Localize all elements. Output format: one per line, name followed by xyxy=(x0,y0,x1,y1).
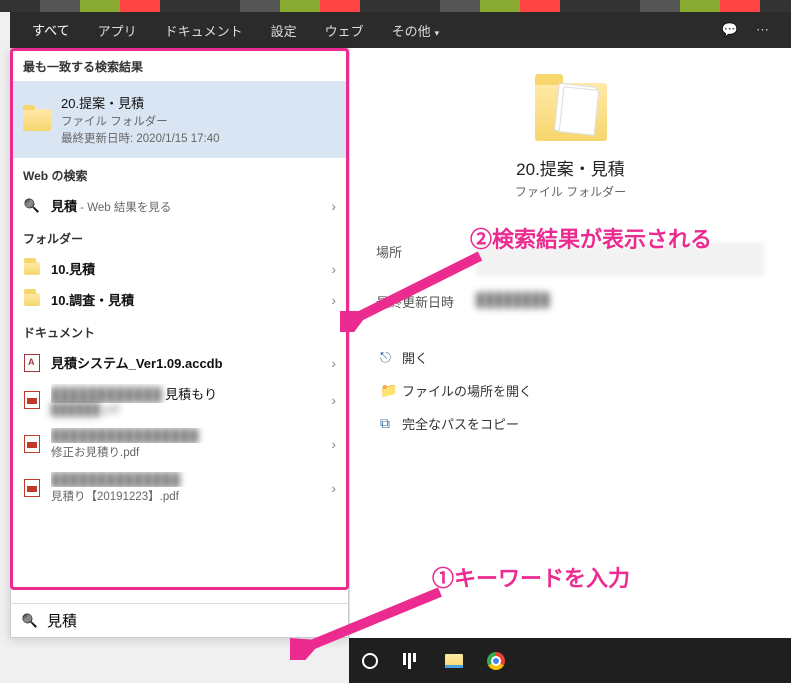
tab-more-label: その他 xyxy=(392,24,431,39)
folder-icon xyxy=(23,106,51,134)
folder-icon xyxy=(23,260,41,278)
result-sub: 修正お見積り.pdf xyxy=(51,444,325,460)
document-result[interactable]: 見積システム_Ver1.09.accdb › xyxy=(11,347,348,378)
pdf-file-icon xyxy=(23,435,41,453)
folder-open-icon: 📁 xyxy=(380,382,402,399)
folder-result[interactable]: 10.調査・見積 › xyxy=(11,284,348,315)
search-icon xyxy=(23,197,41,215)
chevron-right-icon: › xyxy=(325,436,336,452)
cortana-icon[interactable] xyxy=(359,650,381,672)
chevron-right-icon: › xyxy=(325,480,336,496)
chevron-right-icon: › xyxy=(325,355,336,371)
chrome-icon[interactable] xyxy=(485,650,507,672)
result-sub: 見積り【20191223】.pdf xyxy=(51,488,325,504)
section-documents: ドキュメント xyxy=(11,315,348,347)
document-result[interactable]: ██████████████ 見積り【20191223】.pdf › xyxy=(11,466,348,510)
open-icon: ⎋ xyxy=(380,349,402,366)
result-title: 見積システム_Ver1.09.accdb xyxy=(51,353,325,372)
action-open[interactable]: ⎋ 開く xyxy=(376,341,765,374)
chevron-right-icon: › xyxy=(325,261,336,277)
task-view-icon[interactable] xyxy=(401,650,423,672)
detail-subtitle: ファイル フォルダー xyxy=(515,183,626,200)
folder-result[interactable]: 10.見積 › xyxy=(11,253,348,284)
taskbar xyxy=(349,638,791,683)
folder-icon xyxy=(535,83,607,141)
best-match-result[interactable]: 20.提案・見積 ファイル フォルダー 最終更新日時: 2020/1/15 17… xyxy=(11,81,348,158)
result-title: ████████████████ xyxy=(51,428,325,443)
web-search-term: 見積 xyxy=(51,199,77,214)
action-copy-path[interactable]: ⧉ 完全なパスをコピー xyxy=(376,407,765,440)
document-result[interactable]: ████████████ 見積もり ██████.pdf › xyxy=(11,378,348,422)
result-updated: 最終更新日時: 2020/1/15 17:40 xyxy=(61,130,336,146)
result-detail-pane: 20.提案・見積 ファイル フォルダー 場所 最終更新日時 ████████ ⎋… xyxy=(350,48,791,638)
field-updated-label: 最終更新日時 xyxy=(376,292,476,311)
result-title: 10.調査・見積 xyxy=(51,290,325,309)
chevron-down-icon: ▾ xyxy=(435,28,440,38)
section-folders: フォルダー xyxy=(11,221,348,253)
web-search-suffix: - Web 結果を見る xyxy=(77,202,171,214)
field-location-label: 場所 xyxy=(376,242,476,276)
tab-settings[interactable]: 設定 xyxy=(257,12,311,49)
result-sub: ██████.pdf xyxy=(51,404,325,416)
result-title: 10.見積 xyxy=(51,259,325,278)
search-results-panel: 最も一致する検索結果 20.提案・見積 ファイル フォルダー 最終更新日時: 2… xyxy=(10,48,349,638)
search-category-tabs: すべて アプリ ドキュメント 設定 ウェブ その他 ▾ 💬 ⋯ xyxy=(10,12,791,48)
search-input[interactable] xyxy=(45,608,338,633)
background-window-fragments xyxy=(0,0,791,12)
action-label: ファイルの場所を開く xyxy=(402,381,532,400)
detail-title: 20.提案・見積 xyxy=(516,155,625,180)
result-title: ████████████ 見積もり xyxy=(51,384,325,403)
result-title: ██████████████ xyxy=(51,472,325,487)
document-result[interactable]: ████████████████ 修正お見積り.pdf › xyxy=(11,422,348,466)
action-label: 開く xyxy=(402,348,428,367)
field-location-value xyxy=(476,242,765,276)
tab-web[interactable]: ウェブ xyxy=(311,12,378,49)
tab-more[interactable]: その他 ▾ xyxy=(378,12,454,49)
section-web-search: Web の検索 xyxy=(11,158,348,190)
copy-icon: ⧉ xyxy=(380,415,402,432)
section-best-match: 最も一致する検索結果 xyxy=(11,49,348,81)
field-updated-value: ████████ xyxy=(476,292,765,311)
action-label: 完全なパスをコピー xyxy=(402,414,519,433)
result-title: 20.提案・見積 xyxy=(61,93,336,112)
folder-icon xyxy=(23,291,41,309)
tab-all[interactable]: すべて xyxy=(18,11,84,50)
search-icon xyxy=(21,612,39,630)
result-subtitle: ファイル フォルダー xyxy=(61,113,336,129)
access-file-icon xyxy=(23,354,41,372)
pdf-file-icon xyxy=(23,479,41,497)
tab-documents[interactable]: ドキュメント xyxy=(151,12,257,49)
file-explorer-icon[interactable] xyxy=(443,650,465,672)
tab-apps[interactable]: アプリ xyxy=(84,12,151,49)
chevron-right-icon: › xyxy=(325,198,336,214)
pdf-file-icon xyxy=(23,391,41,409)
search-input-row xyxy=(11,603,348,637)
web-search-result[interactable]: 見積 - Web 結果を見る › xyxy=(11,190,348,221)
feedback-icon[interactable]: 💬 xyxy=(722,22,738,38)
action-open-location[interactable]: 📁 ファイルの場所を開く xyxy=(376,374,765,407)
more-options-icon[interactable]: ⋯ xyxy=(756,22,769,38)
chevron-right-icon: › xyxy=(325,392,336,408)
chevron-right-icon: › xyxy=(325,292,336,308)
